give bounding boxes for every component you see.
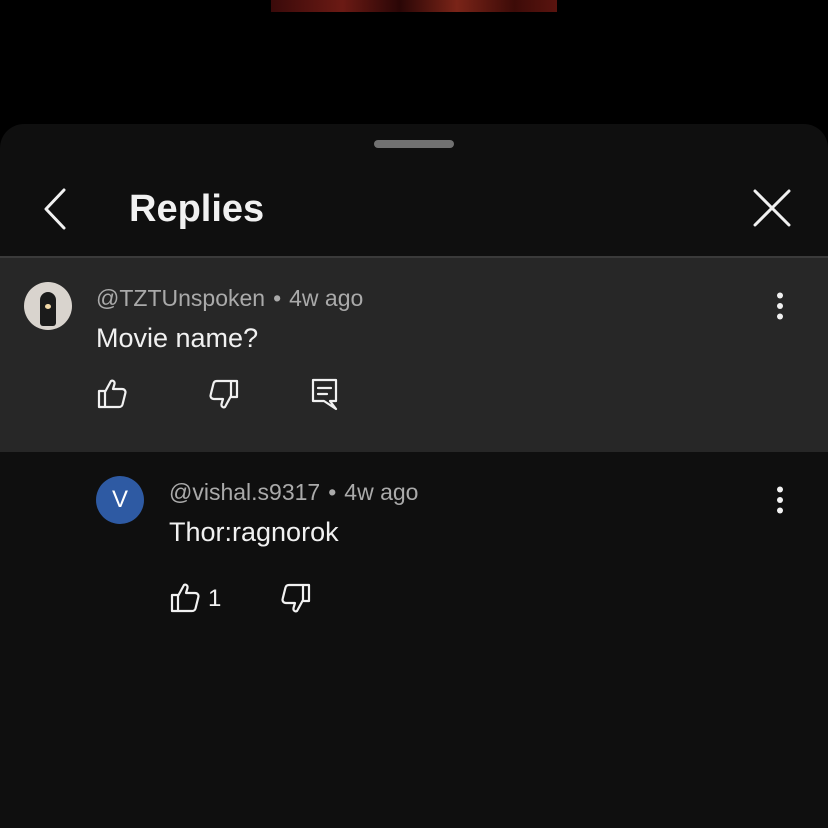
meta-separator: •: [328, 479, 337, 505]
reply-menu-button[interactable]: [765, 480, 795, 520]
thumbs-down-icon: [206, 376, 242, 412]
reply-time: 4w ago: [344, 479, 419, 505]
meta-separator: •: [273, 285, 282, 311]
more-vertical-icon: [776, 486, 784, 514]
thumbs-down-icon: [278, 580, 314, 616]
replies-header: Replies: [0, 164, 828, 256]
thumbs-up-icon: [167, 580, 203, 616]
avatar-figure: [40, 292, 56, 326]
comment-author[interactable]: @TZTUnspoken: [96, 285, 265, 311]
reply-author[interactable]: @vishal.s9317: [169, 479, 320, 505]
video-thumbnail-strip: [271, 0, 557, 12]
comment-reply-icon: [306, 376, 342, 412]
reply-like-button[interactable]: [167, 580, 203, 616]
reply-like-count: 1: [208, 585, 222, 612]
reply-meta: @vishal.s9317 • 4w ago: [169, 477, 418, 507]
parent-comment: @TZTUnspoken • 4w ago Movie name?: [0, 258, 828, 452]
close-button[interactable]: [746, 182, 798, 234]
comment-time: 4w ago: [289, 285, 364, 311]
drag-handle[interactable]: [374, 140, 454, 148]
comment-meta: @TZTUnspoken • 4w ago: [96, 283, 363, 313]
comment-menu-button[interactable]: [765, 286, 795, 326]
dislike-button[interactable]: [206, 376, 242, 412]
replies-sheet: Replies @TZTUnspoken • 4w ago Movie name?: [0, 124, 828, 828]
comment-text: Movie name?: [96, 323, 259, 353]
reply-avatar[interactable]: V: [96, 476, 144, 524]
close-icon: [753, 189, 791, 227]
like-button[interactable]: [94, 376, 130, 412]
back-button[interactable]: [30, 184, 80, 234]
reply-text: Thor:ragnorok: [169, 517, 339, 547]
reply-dislike-button[interactable]: [278, 580, 314, 616]
more-vertical-icon: [776, 292, 784, 320]
reply-button[interactable]: [306, 376, 342, 412]
avatar[interactable]: [24, 282, 72, 330]
page-title: Replies: [129, 188, 265, 230]
thumbs-up-icon: [94, 376, 130, 412]
avatar-light: [45, 304, 51, 309]
chevron-left-icon: [42, 187, 68, 231]
